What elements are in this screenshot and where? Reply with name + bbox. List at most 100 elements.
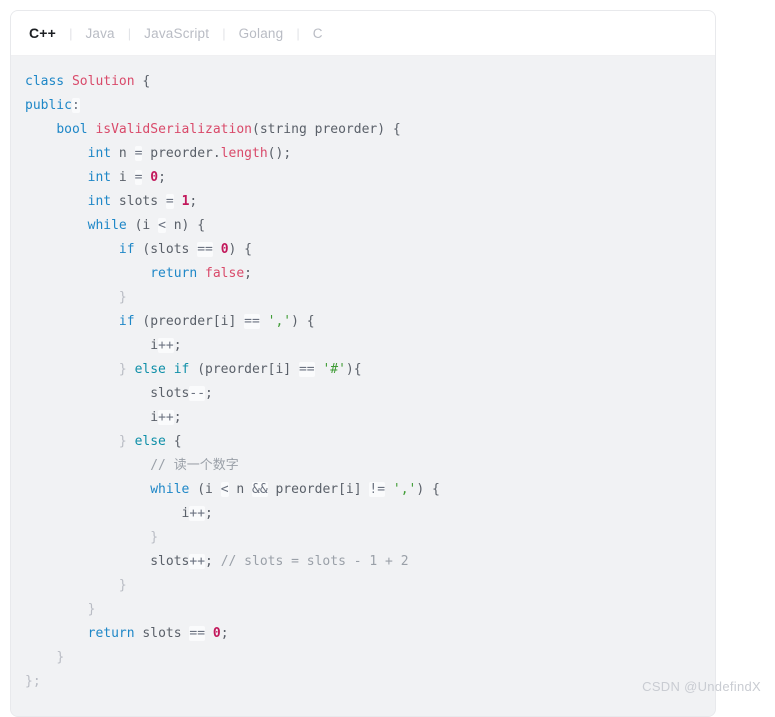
code-token: ; [205,386,213,401]
code-token: } [56,650,65,665]
code-token: ',' [267,314,292,329]
code-token: (i [189,482,221,497]
code-line: // 读一个数字 [25,454,701,478]
code-token: == [244,314,260,329]
code-token: preorder[i] [267,482,370,497]
code-token: isValidSerialization [95,122,252,137]
code-token: ++ [158,338,174,353]
language-tab-java[interactable]: Java [83,26,116,41]
code-line: return false; [25,262,701,286]
code-token: if [118,242,135,257]
code-token: // slots = slots - 1 + 2 [220,554,409,569]
code-token: == [189,626,206,641]
code-line: } [25,598,701,622]
code-token: ; [220,626,229,641]
code-token: slots [134,626,190,641]
code-token: } [118,434,127,449]
language-tab-c[interactable]: C [311,26,325,41]
language-tab-javascript[interactable]: JavaScript [142,26,211,41]
code-line: return slots == 0; [25,622,701,646]
code-token: ; [158,170,166,185]
code-token: i [150,338,159,353]
code-line: } [25,646,701,670]
code-token: = [165,194,174,209]
code-token: 0 [150,170,159,185]
code-line: slots++; // slots = slots - 1 + 2 [25,550,701,574]
code-token: slots [150,554,190,569]
code-token: if [118,314,135,329]
code-token: while [150,482,190,497]
tab-separator: | [222,25,226,41]
code-token: (preorder[i] [134,314,245,329]
language-tab-golang[interactable]: Golang [237,26,286,41]
language-tab-bar: C++ | Java | JavaScript | Golang | C [11,11,715,56]
code-token: ; [189,194,198,209]
code-block[interactable]: class Solution { public: bool isValidSeri… [11,70,715,694]
code-token: } [87,602,96,617]
code-token: false [205,266,245,281]
code-line: bool isValidSerialization(string preorde… [25,118,701,142]
code-token: { [165,434,182,449]
language-tab-cpp[interactable]: C++ [27,25,58,41]
code-token: { [134,74,151,89]
code-token: Solution [71,74,135,89]
code-body: class Solution { public: bool isValidSeri… [11,56,715,716]
code-token: n [111,146,135,161]
code-line: public: [25,94,701,118]
code-token: public [25,98,72,113]
code-line: int slots = 1; [25,190,701,214]
code-line: while (i < n) { [25,214,701,238]
code-token: } [118,362,127,377]
code-token: ){ [345,362,362,377]
code-snippet-card: C++ | Java | JavaScript | Golang | C class Solut… [10,10,716,717]
code-token: (); [267,146,292,161]
code-token: n [228,482,252,497]
code-token: (string preorder) { [252,122,401,137]
code-token: } [118,578,127,593]
tab-separator: | [296,25,300,41]
code-line: int i = 0; [25,166,701,190]
code-token: int [87,194,112,209]
code-token: } [118,290,127,305]
csdn-watermark: CSDN @UndefindX [642,679,761,694]
code-token: int [87,170,112,185]
code-token: : [71,98,80,113]
tab-separator: | [69,25,73,41]
code-token: && [252,482,268,497]
code-token: 0 [220,242,229,257]
code-token: (i [126,218,159,233]
code-line: int n = preorder.length(); [25,142,701,166]
code-token: == [197,242,213,257]
code-token: // 读一个数字 [150,458,239,473]
code-token: slots [150,386,190,401]
code-line: slots--; [25,382,701,406]
code-token: while [87,218,127,233]
code-token: else [134,434,166,449]
code-token: return [150,266,198,281]
code-token: < [158,218,166,233]
code-token: ++ [158,410,174,425]
code-token: == [298,362,315,377]
code-token: < [220,482,229,497]
code-token: class [25,74,65,89]
code-token: (slots [134,242,198,257]
